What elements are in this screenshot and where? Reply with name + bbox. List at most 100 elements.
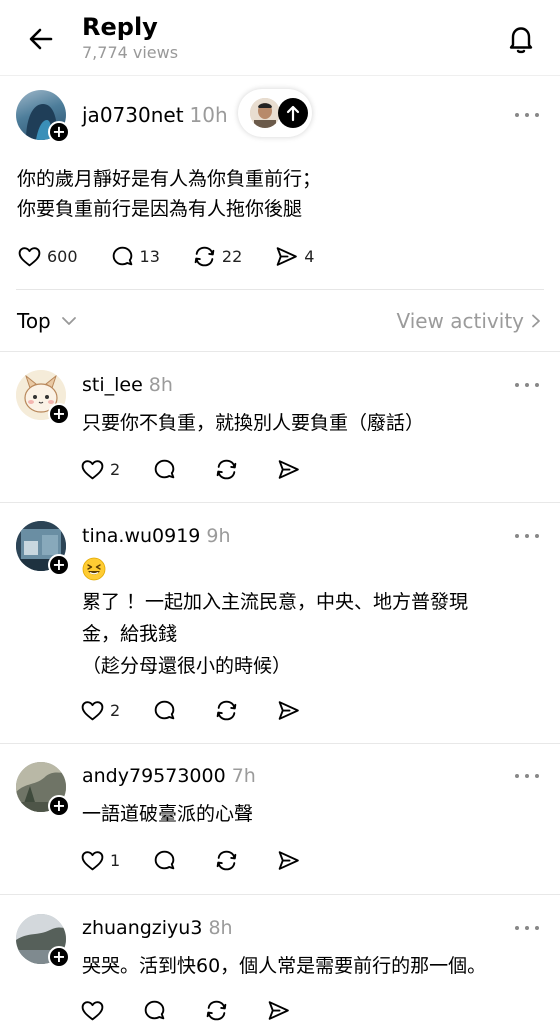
scroll-to-top-button[interactable] xyxy=(278,98,308,128)
repost-button[interactable] xyxy=(214,848,244,873)
heart-icon xyxy=(81,851,104,871)
comment-button[interactable] xyxy=(152,698,182,723)
follow-plus-button[interactable]: + xyxy=(48,795,70,817)
repost-icon xyxy=(216,459,237,480)
post-line: 你要負重前行是因為有人拖你後腿 xyxy=(17,198,303,220)
post-time: 10h xyxy=(189,103,228,127)
top-bar: Reply 7,774 views xyxy=(0,0,560,76)
reply-line: 只要你不負重，就換別人要負重（廢話） xyxy=(82,412,425,434)
reply-line: 金，給我錢 xyxy=(82,623,178,645)
sort-label: Top xyxy=(17,309,51,333)
reply-actions: 1 xyxy=(80,848,338,873)
share-button[interactable]: 4 xyxy=(274,244,314,269)
reply-actions: 2 xyxy=(80,698,338,723)
share-button[interactable] xyxy=(276,457,306,482)
reply-author-row: andy79573000 7h xyxy=(82,764,256,788)
repost-button[interactable] xyxy=(214,457,244,482)
reply-more-button[interactable] xyxy=(515,531,541,541)
post-line: 你的歲月靜好是有人為你負重前行； xyxy=(17,168,322,190)
comment-count: 13 xyxy=(139,247,160,266)
like-count: 2 xyxy=(110,460,121,479)
reply-actions xyxy=(80,998,328,1023)
like-button[interactable]: 2 xyxy=(80,457,120,482)
page-title: Reply xyxy=(82,13,158,41)
comment-button[interactable]: 13 xyxy=(110,244,160,269)
reply-author-row: zhuangziyu3 8h xyxy=(82,916,233,940)
reply-more-button[interactable] xyxy=(515,923,541,933)
post-author-row: ja0730net 10h xyxy=(82,103,228,127)
bell-icon xyxy=(509,27,533,54)
send-icon xyxy=(278,701,299,720)
view-activity-label: View activity xyxy=(396,309,524,333)
comment-bubble-icon xyxy=(154,700,175,720)
send-icon xyxy=(276,247,298,266)
reply-username[interactable]: tina.wu0919 xyxy=(82,525,200,547)
share-button[interactable] xyxy=(266,998,296,1023)
post-body: 你的歲月靜好是有人為你負重前行； 你要負重前行是因為有人拖你後腿 xyxy=(17,164,321,224)
post-divider xyxy=(16,289,544,290)
share-button[interactable] xyxy=(276,848,306,873)
follow-plus-button[interactable]: + xyxy=(48,554,70,576)
like-button[interactable]: 600 xyxy=(17,244,78,269)
reply-divider xyxy=(0,894,560,895)
reply-divider xyxy=(0,502,560,503)
sort-row: Top View activity xyxy=(17,306,542,336)
follow-plus-button[interactable]: + xyxy=(48,946,70,968)
back-button[interactable] xyxy=(26,24,56,54)
like-button[interactable]: 1 xyxy=(80,848,120,873)
repost-icon xyxy=(216,850,237,871)
repost-icon xyxy=(216,700,237,721)
heart-icon xyxy=(81,460,104,480)
post-actions: 600 13 22 4 xyxy=(17,244,346,269)
comment-bubble-icon xyxy=(154,459,175,479)
person-photo xyxy=(250,98,280,128)
post-username[interactable]: ja0730net xyxy=(82,103,184,127)
chevron-right-icon xyxy=(532,314,540,328)
reply-target-avatars[interactable] xyxy=(238,89,312,137)
comment-button[interactable] xyxy=(152,848,182,873)
reply-line: 累了 ！一起加入主流民意，中央、地方普發現 xyxy=(82,591,469,613)
repost-button[interactable] xyxy=(204,998,234,1023)
follow-plus-button[interactable]: + xyxy=(48,403,70,425)
view-count: 7,774 views xyxy=(82,43,179,62)
repost-icon xyxy=(206,1000,227,1021)
like-button[interactable] xyxy=(80,998,110,1023)
follow-plus-button[interactable]: + xyxy=(48,121,70,143)
share-count: 4 xyxy=(304,247,315,266)
reply-line: （趁分母還很小的時候） xyxy=(82,655,292,677)
comment-bubble-icon xyxy=(154,850,175,870)
reply-more-button[interactable] xyxy=(515,771,541,781)
reply-author-row: tina.wu0919 9h xyxy=(82,524,231,548)
reply-username[interactable]: zhuangziyu3 xyxy=(82,917,202,939)
repost-button[interactable] xyxy=(214,698,244,723)
comment-bubble-icon xyxy=(112,246,132,266)
repost-icon xyxy=(194,246,215,267)
reply-body: 累了 ！一起加入主流民意，中央、地方普發現 金，給我錢 （趁分母還很小的時候） xyxy=(82,586,468,682)
section-divider xyxy=(0,351,560,352)
grinning-squinting-face-icon xyxy=(82,557,106,581)
header-title-block: Reply 7,774 views xyxy=(82,12,178,64)
repost-count: 22 xyxy=(221,247,243,266)
like-count: 1 xyxy=(110,851,121,870)
reply-body: 哭哭。活到快60，個人常是需要前行的那一個。 xyxy=(82,950,486,982)
reply-more-button[interactable] xyxy=(515,380,541,390)
reply-time: 8h xyxy=(208,917,233,939)
send-icon xyxy=(278,460,299,479)
reply-username[interactable]: sti_lee xyxy=(82,374,143,396)
chevron-down-icon xyxy=(62,317,76,325)
reply-target-avatar xyxy=(250,98,280,128)
reply-line: 哭哭。活到快60，個人常是需要前行的那一個。 xyxy=(82,955,487,977)
share-button[interactable] xyxy=(276,698,306,723)
comment-button[interactable] xyxy=(152,457,182,482)
send-icon xyxy=(278,851,299,870)
reply-username[interactable]: andy79573000 xyxy=(82,765,226,787)
reply-time: 9h xyxy=(206,525,231,547)
like-button[interactable]: 2 xyxy=(80,698,120,723)
notifications-button[interactable] xyxy=(504,22,538,56)
reply-author-row: sti_lee 8h xyxy=(82,373,173,397)
comment-button[interactable] xyxy=(142,998,172,1023)
post-more-button[interactable] xyxy=(515,110,541,120)
repost-button[interactable]: 22 xyxy=(192,244,242,269)
reply-body: 只要你不負重，就換別人要負重（廢話） xyxy=(82,407,424,439)
comment-bubble-icon xyxy=(144,1000,165,1020)
